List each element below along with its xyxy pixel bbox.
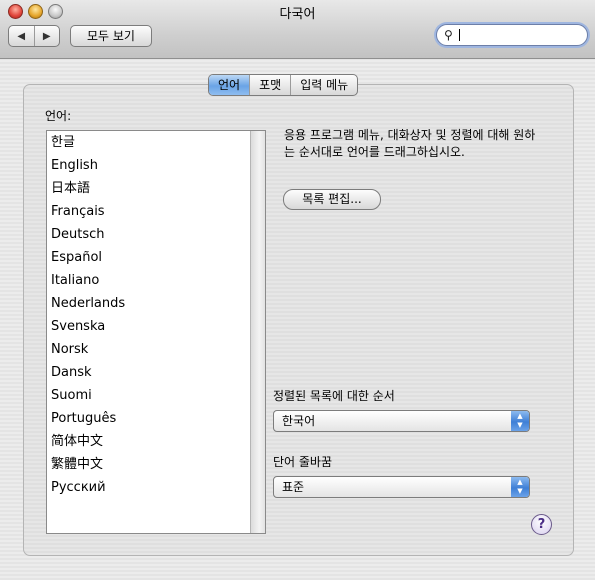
list-item[interactable]: English [47, 154, 250, 177]
help-button[interactable]: ? [531, 514, 552, 535]
list-item[interactable]: Français [47, 200, 250, 223]
tab-bar: 언어 포맷 입력 메뉴 [208, 74, 359, 96]
list-item[interactable]: Dansk [47, 361, 250, 384]
instructions-text: 응용 프로그램 메뉴, 대화상자 및 정렬에 대해 원하는 순서대로 언어를 드… [284, 128, 536, 159]
word-break-popup[interactable]: 표준 ▲ ▼ [273, 476, 530, 498]
tab-language[interactable]: 언어 [209, 75, 251, 95]
list-item[interactable]: 繁體中文 [47, 453, 250, 476]
list-scrollbar[interactable] [250, 131, 265, 533]
tab-formats[interactable]: 포맷 [250, 75, 292, 95]
list-item[interactable]: Svenska [47, 315, 250, 338]
list-item[interactable]: Suomi [47, 384, 250, 407]
preferences-window: 다국어 ◀ ▶ 모두 보기 ⚲ 언어 포맷 입력 메뉴 언어: 한글 Engli… [0, 0, 595, 580]
search-field[interactable]: ⚲ [436, 24, 588, 46]
list-item[interactable]: Nederlands [47, 292, 250, 315]
back-icon[interactable]: ◀ [9, 26, 35, 46]
word-break-label: 단어 줄바꿈 [273, 455, 333, 469]
list-item[interactable]: 한글 [47, 131, 250, 154]
back-forward-control: ◀ ▶ [8, 25, 60, 47]
list-item[interactable]: Русский [47, 476, 250, 499]
word-break-value: 표준 [282, 480, 305, 494]
list-item[interactable]: Norsk [47, 338, 250, 361]
list-item[interactable]: 日本語 [47, 177, 250, 200]
sort-order-value: 한국어 [282, 414, 316, 428]
text-caret [459, 29, 460, 41]
titlebar: 다국어 ◀ ▶ 모두 보기 ⚲ [0, 0, 595, 59]
search-icon: ⚲ [444, 28, 453, 42]
list-item[interactable]: 简体中文 [47, 430, 250, 453]
list-item[interactable]: Español [47, 246, 250, 269]
sort-order-label: 정렬된 목록에 대한 순서 [273, 389, 395, 403]
language-list[interactable]: 한글 English 日本語 Français Deutsch Español … [46, 130, 266, 534]
languages-label: 언어: [45, 109, 72, 123]
window-title: 다국어 [279, 7, 316, 22]
popup-arrows-icon: ▲ ▼ [511, 411, 529, 431]
list-item[interactable]: Deutsch [47, 223, 250, 246]
tab-input-menu[interactable]: 입력 메뉴 [291, 75, 357, 95]
popup-arrows-icon: ▲ ▼ [511, 477, 529, 497]
show-all-button[interactable]: 모두 보기 [70, 25, 152, 47]
list-item[interactable]: Italiano [47, 269, 250, 292]
list-item[interactable]: Português [47, 407, 250, 430]
forward-icon[interactable]: ▶ [35, 26, 60, 46]
edit-list-button[interactable]: 목록 편집... [283, 189, 381, 210]
sort-order-popup[interactable]: 한국어 ▲ ▼ [273, 410, 530, 432]
